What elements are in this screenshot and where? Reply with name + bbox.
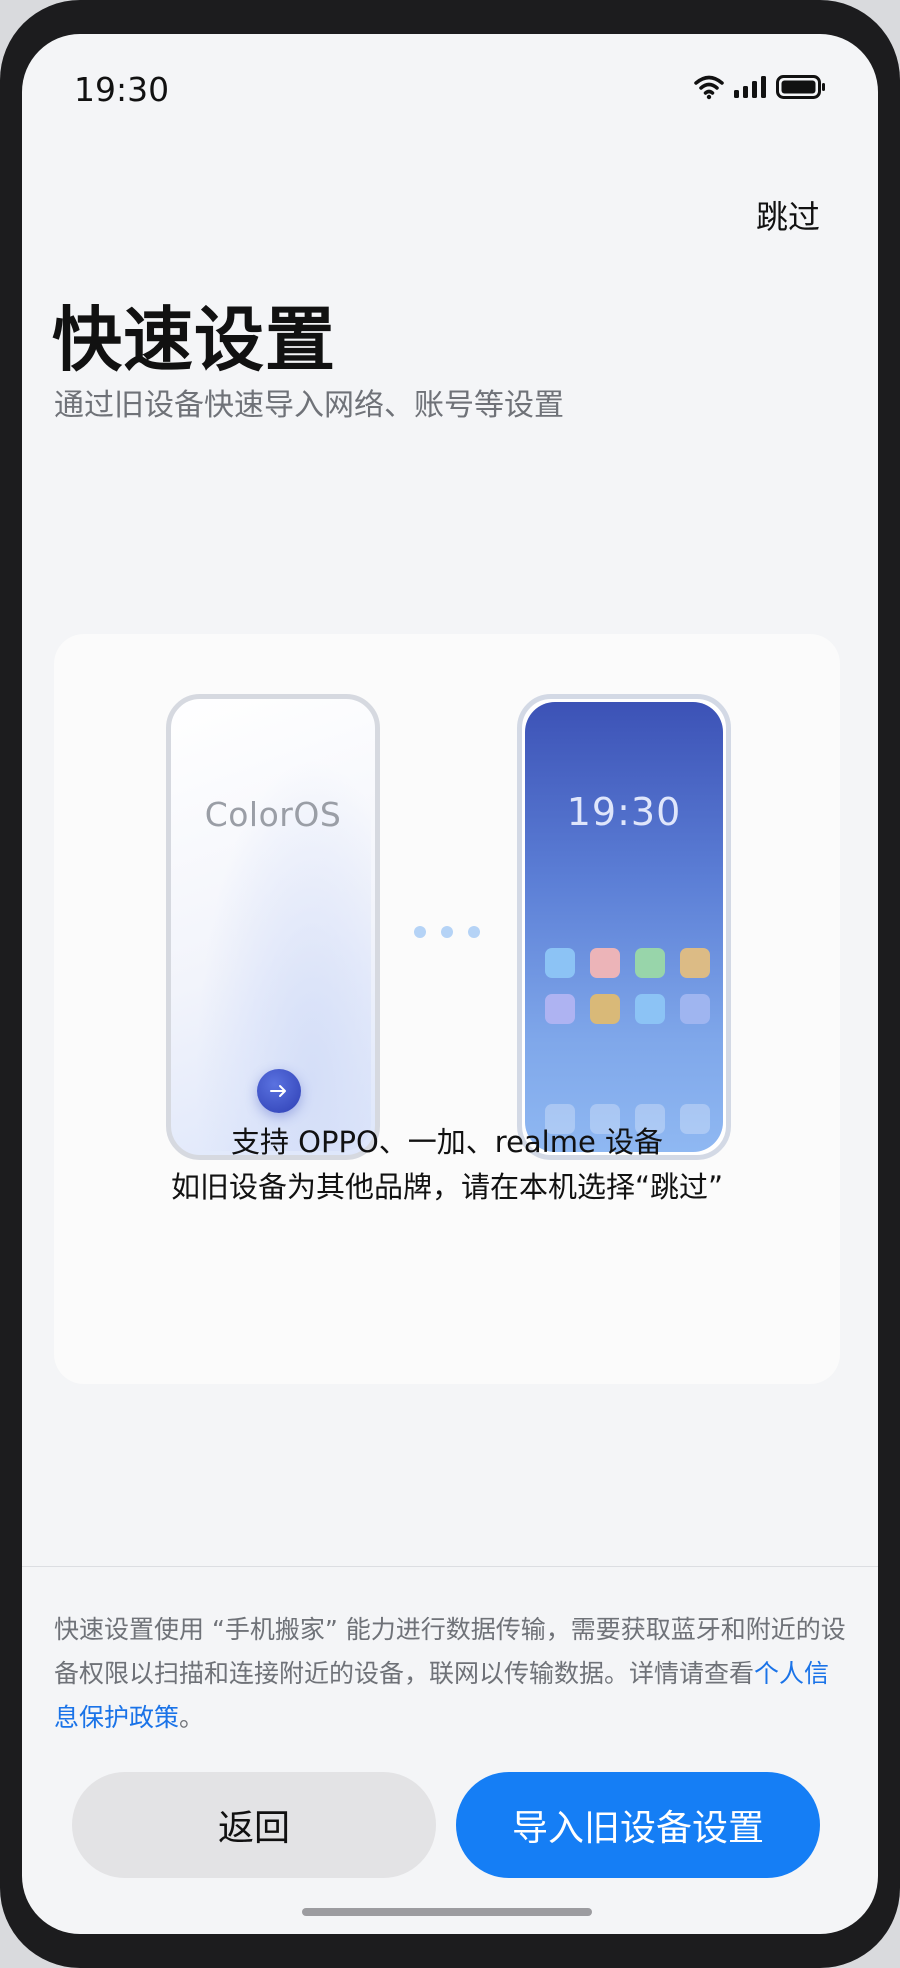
new-phone-time: 19:30 xyxy=(566,790,682,834)
dot xyxy=(468,926,480,938)
disclaimer-text: 快速设置使用 “手机搬家” 能力进行数据传输，需要获取蓝牙和附近的设备权限以扫描… xyxy=(54,1608,854,1740)
mini-app-icon xyxy=(680,994,710,1024)
info-card: ColorOS 19:30 支持 OPPO、一加、realme 设备 如旧设备为… xyxy=(54,634,840,1384)
dot xyxy=(441,926,453,938)
mini-app-icon xyxy=(545,994,575,1024)
page-title: 快速设置 xyxy=(52,299,336,381)
mini-app-icon xyxy=(545,948,575,978)
divider xyxy=(22,1566,878,1567)
new-phone-illustration: 19:30 xyxy=(517,694,731,1160)
wifi-icon xyxy=(694,74,724,100)
phone-frame: 19:30 跳过 快速设置 通过旧设备快速导入网络、账号等设置 ColorOS … xyxy=(0,0,900,1968)
home-indicator[interactable] xyxy=(302,1908,592,1916)
screen: 19:30 跳过 快速设置 通过旧设备快速导入网络、账号等设置 ColorOS … xyxy=(22,34,878,1934)
old-phone-screen: ColorOS xyxy=(175,703,371,1151)
status-time: 19:30 xyxy=(74,70,170,109)
status-icons xyxy=(694,74,826,100)
app-grid xyxy=(545,948,711,1024)
disclaimer-suffix: 。 xyxy=(179,1703,205,1732)
signal-icon xyxy=(734,76,766,98)
battery-icon xyxy=(776,75,826,99)
new-phone-screen: 19:30 xyxy=(525,702,723,1152)
disclaimer-body: 快速设置使用 “手机搬家” 能力进行数据传输，需要获取蓝牙和附近的设备权限以扫描… xyxy=(54,1615,846,1688)
import-old-device-button[interactable]: 导入旧设备设置 xyxy=(456,1772,820,1878)
old-phone-illustration: ColorOS xyxy=(166,694,380,1160)
supported-devices-text: 支持 OPPO、一加、realme 设备 xyxy=(230,1125,664,1159)
mini-app-icon xyxy=(590,948,620,978)
back-button[interactable]: 返回 xyxy=(72,1772,436,1878)
mini-app-icon xyxy=(680,948,710,978)
dot xyxy=(414,926,426,938)
mini-app-icon xyxy=(590,994,620,1024)
arrow-right-icon xyxy=(257,1069,301,1113)
status-bar: 19:30 xyxy=(22,34,878,144)
skip-button[interactable]: 跳过 xyxy=(756,192,820,238)
transfer-dots xyxy=(414,926,480,938)
page-subtitle: 通过旧设备快速导入网络、账号等设置 xyxy=(54,388,564,423)
coloros-logo: ColorOS xyxy=(204,795,342,834)
mini-app-icon xyxy=(635,994,665,1024)
mini-app-icon xyxy=(635,948,665,978)
other-brand-hint: 如旧设备为其他品牌，请在本机选择“跳过” xyxy=(170,1170,724,1204)
